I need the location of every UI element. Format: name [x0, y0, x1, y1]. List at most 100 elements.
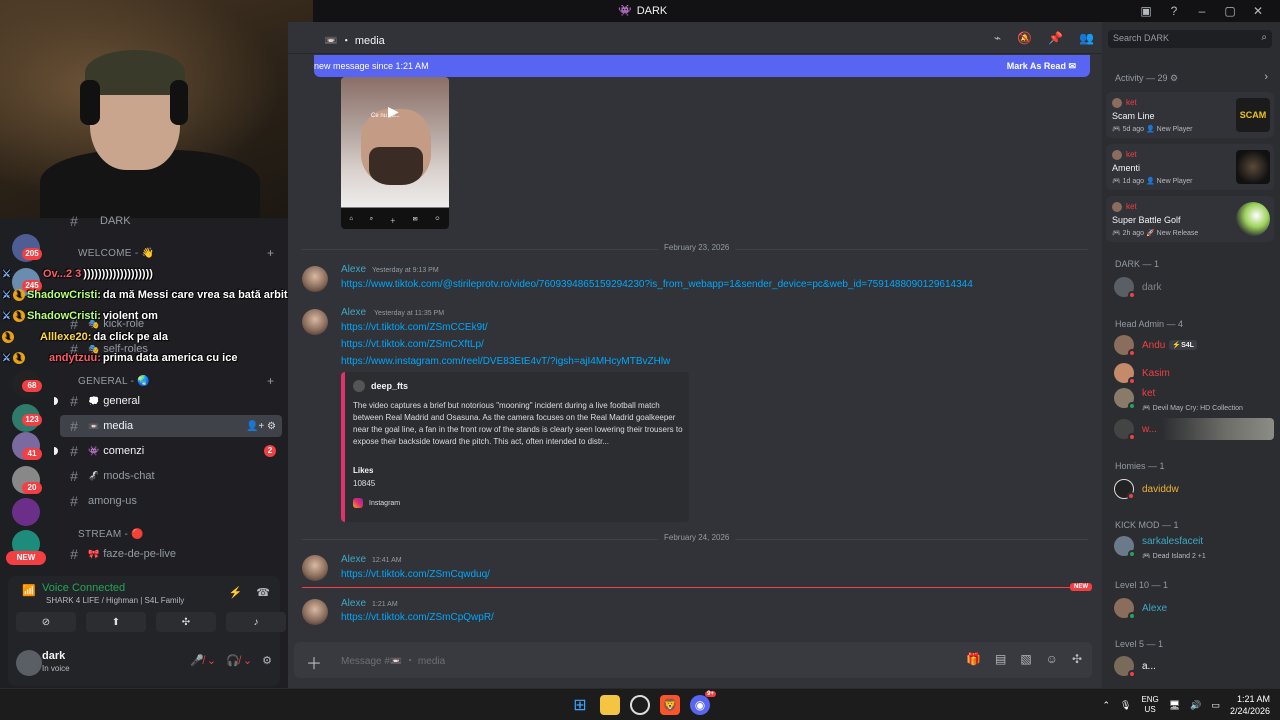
mark-as-read-button[interactable]: Mark As Read ✉ — [1007, 61, 1076, 72]
voice-status[interactable]: Voice Connected — [42, 582, 125, 594]
message-input[interactable] — [341, 654, 941, 668]
channel-label: general — [103, 395, 140, 407]
message-author[interactable]: Alexe — [341, 554, 366, 565]
help-icon[interactable]: ? — [1160, 2, 1188, 20]
gift-icon[interactable]: 🎁 — [966, 652, 981, 666]
category-stream[interactable]: STREAM - 🔴 — [78, 529, 144, 540]
activity-card[interactable]: ket Super Battle Golf 🎮 2h ago 🚀 New Rel… — [1106, 196, 1274, 242]
embed-author[interactable]: deep_fts — [371, 381, 408, 391]
avatar[interactable] — [16, 650, 42, 676]
battery-icon[interactable]: ▭ — [1211, 700, 1220, 711]
pin-icon[interactable]: 📌 — [1048, 31, 1063, 45]
brave-browser-icon[interactable]: 🦁 — [660, 695, 680, 715]
threads-icon[interactable]: ⌁ — [994, 31, 1001, 45]
member-item[interactable]: Andu ⚡S4L — [1114, 334, 1274, 357]
language-indicator[interactable]: ENG US — [1141, 695, 1158, 715]
minimize-button[interactable]: – — [1188, 2, 1216, 20]
member-item[interactable]: ket 🎮 Devil May Cry: HD Collection — [1114, 388, 1274, 414]
add-channel-icon[interactable]: + — [267, 246, 274, 260]
member-group-header: Level 10 — 1 — [1115, 580, 1169, 590]
channel-among-us[interactable]: # among-us — [60, 490, 282, 512]
video-thumbnail[interactable]: ▶ Ce nu ști... ⌂ ⌕ ＋ ✉ ☺ — [341, 77, 449, 229]
activities-button[interactable]: ✣ — [156, 612, 216, 632]
clock[interactable]: 1:21 AM 2/24/2026 — [1230, 693, 1270, 717]
noise-suppression-icon[interactable]: ⚡ — [229, 586, 243, 599]
message-author[interactable]: Alexe — [341, 307, 366, 318]
message-author[interactable]: Alexe — [341, 264, 366, 275]
avatar[interactable] — [302, 555, 328, 581]
activity-card[interactable]: ket Scam Line 🎮 5d ago 👤 New Player SCAM — [1106, 92, 1274, 138]
unread-indicator — [54, 397, 58, 405]
member-item[interactable]: Alexe — [1114, 597, 1274, 620]
date-divider-label: February 23, 2026 — [658, 243, 736, 252]
gif-icon[interactable]: ▤ — [995, 652, 1006, 666]
activity-card[interactable]: ket Amenti 🎮 1d ago 👤 New Player — [1106, 144, 1274, 190]
mute-mic-icon[interactable]: 🎤̸ ⌄ — [190, 654, 216, 667]
window-controls: ▣ ? – ▢ ✕ — [1132, 2, 1272, 20]
gear-icon[interactable]: ⚙ — [262, 654, 272, 667]
sticker-icon[interactable]: ▧ — [1020, 652, 1031, 666]
apps-icon[interactable]: ✣ — [1072, 652, 1082, 666]
channel-media[interactable]: # 📼 media 👤+ ⚙ — [60, 415, 282, 437]
category-general[interactable]: GENERAL - 🌏 — [78, 376, 150, 387]
avatar[interactable] — [302, 599, 328, 625]
obs-icon[interactable] — [630, 695, 650, 715]
member-list-icon[interactable]: 👥 — [1079, 31, 1094, 45]
avatar[interactable] — [302, 266, 328, 292]
deafen-icon[interactable]: 🎧̸ ⌄ — [226, 654, 252, 667]
windows-start-icon[interactable]: ⊞ — [570, 695, 590, 715]
chevron-right-icon[interactable]: › — [1264, 71, 1268, 83]
channel-mods-chat[interactable]: # 🦨 mods-chat — [60, 465, 282, 487]
channel-settings-icon[interactable]: 👤+ ⚙ — [246, 421, 276, 432]
new-messages-banner[interactable]: new message since 1:21 AM Mark As Read ✉ — [314, 55, 1090, 77]
add-attachment-button[interactable]: ＋ — [306, 650, 322, 674]
channel-dark[interactable]: # DARK — [60, 210, 282, 232]
channel-general[interactable]: # 💭 general — [54, 390, 282, 412]
message-link[interactable]: https://vt.tiktok.com/ZSmCCEk9t/ — [341, 322, 488, 333]
message-link[interactable]: https://vt.tiktok.com/ZSmCqwduq/ — [341, 569, 490, 580]
member-item[interactable]: daviddw — [1114, 478, 1274, 500]
close-button[interactable]: ✕ — [1244, 2, 1272, 20]
member-name: daviddw — [1142, 483, 1179, 495]
add-channel-icon[interactable]: + — [267, 374, 274, 388]
notifications-muted-icon[interactable]: 🔕 — [1017, 31, 1032, 45]
activity-header[interactable]: Activity — 29 ⚙ — [1115, 73, 1178, 84]
channel-faze-de-pe-live[interactable]: # 🎀 faze-de-pe-live — [60, 543, 282, 565]
message-link[interactable]: https://vt.tiktok.com/ZSmCXftLp/ — [341, 339, 484, 350]
maximize-button[interactable]: ▢ — [1216, 2, 1244, 20]
message-link[interactable]: https://vt.tiktok.com/ZSmCpQwpR/ — [341, 612, 494, 623]
tray-chevron-icon[interactable]: ⌃ — [1102, 700, 1110, 711]
server-icon-7[interactable] — [12, 498, 40, 526]
message-link[interactable]: https://www.tiktok.com/@stirileprotv.ro/… — [341, 279, 973, 290]
member-item[interactable]: a... — [1114, 655, 1274, 678]
screen-share-button[interactable]: ⬆ — [86, 612, 146, 632]
network-icon[interactable]: 🖥 — [1169, 700, 1180, 711]
soundboard-button[interactable]: ♪ — [226, 612, 286, 632]
category-welcome[interactable]: WELCOME - 👋 — [78, 248, 154, 259]
avatar — [1114, 335, 1136, 357]
disconnect-icon[interactable]: ☎ — [256, 586, 270, 599]
discord-icon[interactable]: ◉ 9+ — [690, 691, 716, 715]
volume-icon[interactable]: 🔊 — [1190, 700, 1201, 711]
emoji-icon[interactable]: ☺ — [1046, 652, 1058, 666]
camera-off-button[interactable]: ⊘ — [16, 612, 76, 632]
member-item[interactable]: w... — [1114, 418, 1274, 441]
member-item[interactable]: dark — [1114, 276, 1274, 299]
channel-comenzi[interactable]: # 👾 comenzi 2 — [54, 440, 282, 462]
microphone-icon[interactable]: 🎙 — [1120, 700, 1131, 711]
user-name[interactable]: dark — [42, 650, 65, 662]
activity-meta: 🎮 1d ago 👤 New Player — [1112, 178, 1193, 185]
message-author[interactable]: Alexe — [341, 598, 366, 609]
member-item[interactable]: sarkalesfaceit 🎮 Dead Island 2 +1 — [1114, 536, 1274, 562]
inbox-icon[interactable]: ▣ — [1132, 2, 1160, 20]
message-link[interactable]: https://www.instagram.com/reel/DVE83EtE4… — [341, 356, 670, 367]
file-explorer-icon[interactable] — [600, 695, 620, 715]
avatar[interactable] — [302, 309, 328, 335]
signal-icon[interactable]: 📶 — [22, 584, 36, 597]
search-input[interactable] — [1113, 33, 1248, 43]
hash-icon: # — [70, 393, 78, 409]
voice-channel-name[interactable]: SHARK 4 LIFE / Highman | S4L Family — [46, 596, 184, 605]
language-line-1: ENG — [1141, 695, 1159, 704]
search-icon[interactable]: ⌕ — [1261, 32, 1267, 43]
member-item[interactable]: Kasim — [1114, 362, 1274, 385]
